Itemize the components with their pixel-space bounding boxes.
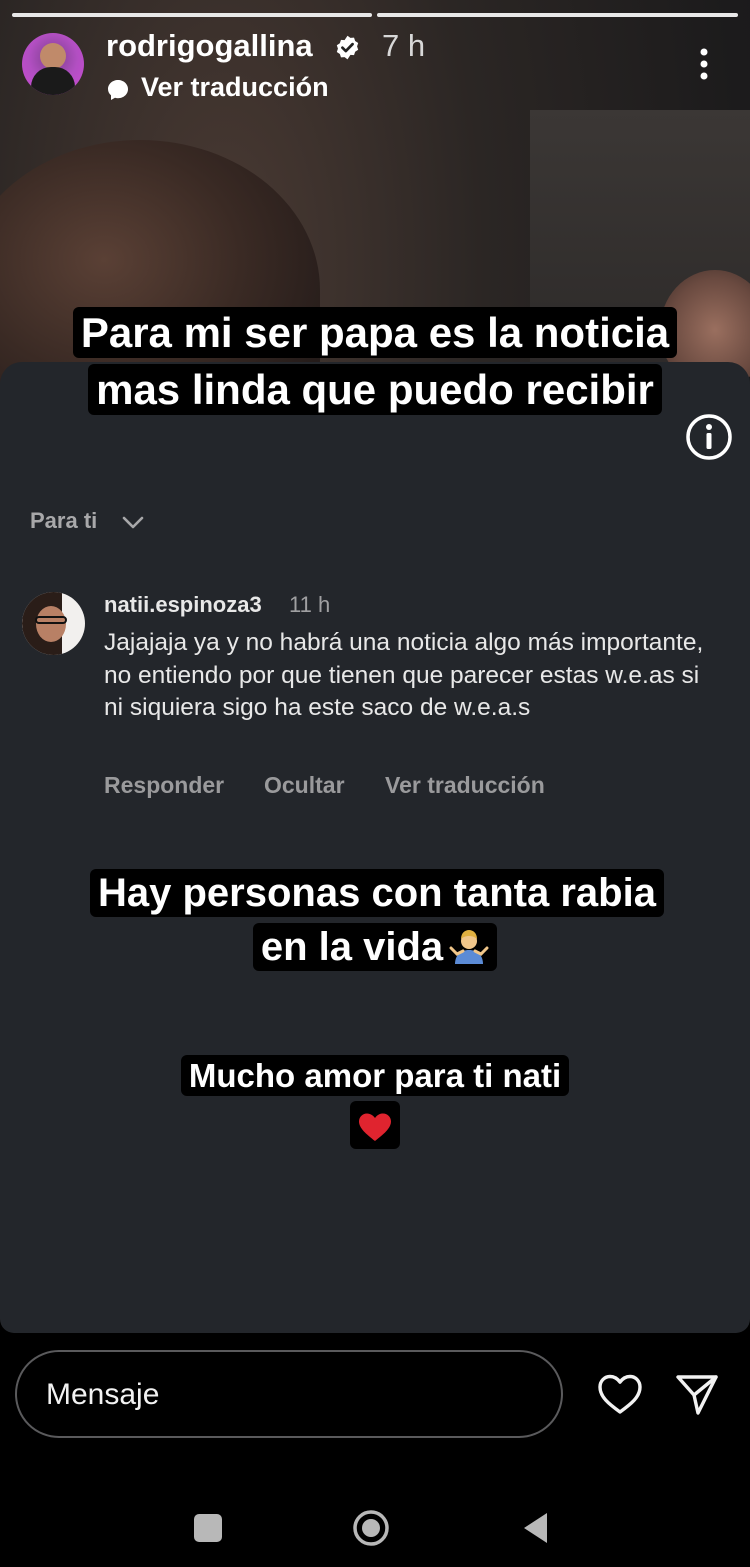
red-heart-emoji	[359, 1113, 391, 1141]
more-vertical-icon[interactable]	[693, 44, 715, 84]
commenter-username: natii.espinoza3	[104, 592, 262, 617]
translate-bubble-icon	[108, 80, 128, 100]
person-shrugging-emoji	[449, 930, 489, 964]
chevron-down-icon[interactable]	[120, 512, 146, 532]
nav-back-button[interactable]	[521, 1511, 549, 1545]
instagram-story-screen: rodrigogallina 7 h Ver traducción Para m…	[0, 0, 750, 1567]
see-translation-link[interactable]: Ver traducción	[141, 72, 329, 103]
story-author-username[interactable]: rodrigogallina	[106, 28, 313, 64]
comment-text: Jajajaja ya y no habrá una noticia algo …	[104, 629, 704, 721]
commenter-avatar	[22, 592, 85, 655]
avatar-face	[36, 606, 66, 642]
for-you-label[interactable]: Para ti	[30, 508, 97, 534]
verified-badge-icon	[336, 35, 359, 60]
story-progress-segment	[12, 13, 372, 17]
comment-time: 11 h	[289, 592, 331, 617]
caption-top-text: Para mi ser papa es la noticia mas linda…	[72, 307, 678, 415]
send-icon[interactable]	[674, 1371, 720, 1417]
story-caption-bottom: Mucho amor para ti nati	[140, 1054, 610, 1150]
nav-home-button[interactable]	[352, 1509, 390, 1547]
caption-bottom-text: Mucho amor para ti nati	[180, 1055, 570, 1096]
heart-icon[interactable]	[596, 1371, 644, 1417]
nav-recents-button[interactable]	[194, 1514, 222, 1542]
avatar-body	[31, 67, 75, 95]
comment-hide-action: Ocultar	[264, 772, 345, 798]
comment-reply-action: Responder	[104, 772, 225, 798]
shared-comment-card	[0, 362, 750, 1333]
avatar-face	[40, 43, 66, 69]
avatar-glasses	[35, 616, 67, 624]
story-caption-top: Para mi ser papa es la noticia mas linda…	[60, 305, 690, 418]
story-author-avatar[interactable]	[22, 33, 84, 95]
info-icon[interactable]	[684, 412, 734, 462]
story-time: 7 h	[382, 28, 426, 63]
caption-heart-wrap	[350, 1100, 400, 1150]
story-caption-middle: Hay personas con tanta rabia en la vida	[90, 866, 664, 974]
caption-middle-text-wrap: Hay personas con tanta rabia en la vida	[90, 869, 664, 971]
comment-translate-action: Ver traducción	[385, 772, 545, 798]
story-progress-segment	[377, 13, 738, 17]
story-background[interactable]: rodrigogallina 7 h Ver traducción Para m…	[0, 0, 750, 1333]
caption-middle-text: Hay personas con tanta rabia en la vida	[98, 871, 656, 969]
message-input-placeholder[interactable]: Mensaje	[46, 1378, 159, 1412]
